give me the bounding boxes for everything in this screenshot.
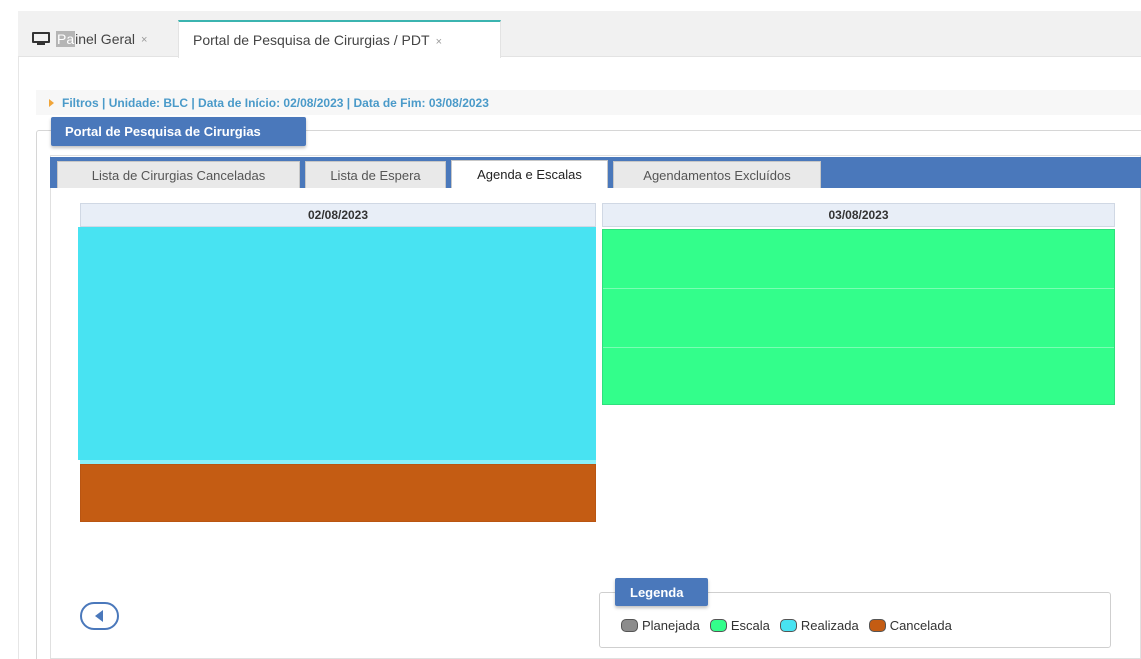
tab-bar: Pa inel Geral × Portal de Pesquisa de Cir… [18,11,1141,58]
legend-title: Legenda [615,578,708,606]
legend-label: Realizada [800,618,859,633]
tab-painel-geral[interactable]: Pa inel Geral × [18,20,176,57]
swatch-planejada [621,619,638,632]
legend-item: Realizada [779,618,859,633]
event-escala[interactable] [602,229,1115,405]
legend-item: Planejada [621,618,700,633]
close-icon[interactable]: × [141,34,147,46]
swatch-escala [709,619,727,632]
back-button[interactable] [80,602,119,630]
event-realizada[interactable] [78,227,596,460]
filters-text: Filtros | Unidade: BLC | Data de Início:… [62,95,489,110]
swatch-realizada [779,619,797,632]
legend-label: Planejada [642,618,700,633]
legend-items: Planejada Escala Realizada Cancelada [621,618,962,633]
legend-item: Escala [709,618,770,633]
subtab-bar: Lista de Cirurgias Canceladas Lista de E… [50,157,1141,188]
tab-lista-espera[interactable]: Lista de Espera [305,161,446,188]
grid-line [603,288,1114,289]
tab-cirurgias-canceladas[interactable]: Lista de Cirurgias Canceladas [57,161,300,188]
tab-label-highlight: Pa [56,30,76,47]
tab-label: inel Geral [75,30,136,47]
filters-toggle[interactable]: Filtros | Unidade: BLC | Data de Início:… [36,90,1141,115]
tab-agendamentos-excluidos[interactable]: Agendamentos Excluídos [613,161,821,188]
tab-label: Portal de Pesquisa de Cirurgias / PDT [193,32,430,48]
legend-label: Escala [730,618,770,633]
event-cancelada[interactable] [80,464,596,522]
tab-agenda-escalas[interactable]: Agenda e Escalas [451,160,608,188]
panel-title: Portal de Pesquisa de Cirurgias [51,117,306,146]
page-border [18,57,19,659]
arrow-left-icon [94,610,103,622]
day-header: 03/08/2023 [602,203,1115,227]
legend-item: Cancelada [868,618,952,633]
legend-label: Cancelada [889,618,952,633]
tab-portal-pesquisa[interactable]: Portal de Pesquisa de Cirurgias / PDT × [178,20,501,58]
close-icon[interactable]: × [436,36,442,48]
swatch-cancelada [868,619,886,632]
grid-line [603,347,1114,348]
caret-right-icon [49,98,54,107]
monitor-icon [32,31,50,46]
day-header: 02/08/2023 [80,203,596,227]
